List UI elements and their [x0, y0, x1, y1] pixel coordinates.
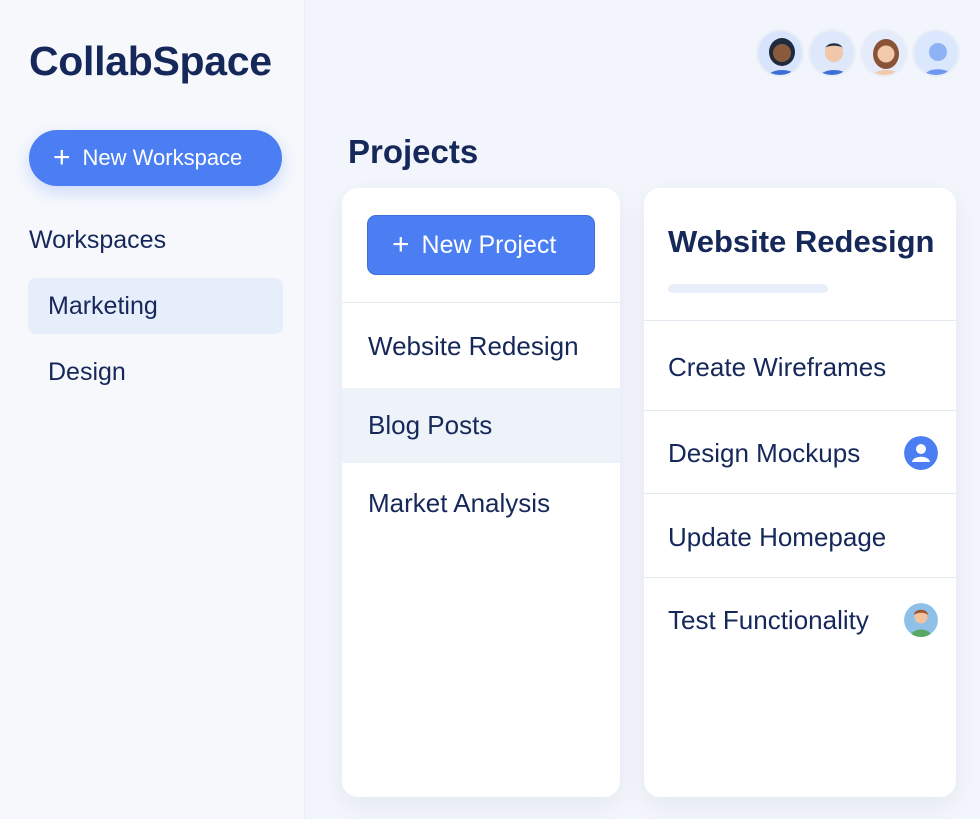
plus-icon: +	[53, 141, 71, 174]
app-logo: CollabSpace	[29, 38, 272, 84]
new-project-button[interactable]: + New Project	[367, 215, 595, 275]
user-avatar-4[interactable]	[912, 29, 960, 77]
tasks-panel: Website Redesign Create Wireframes Desig…	[644, 188, 956, 797]
collaborator-avatars	[756, 29, 964, 77]
project-item-label: Market Analysis	[368, 488, 551, 518]
task-update-homepage[interactable]: Update Homepage	[644, 495, 956, 579]
project-item-label: Blog Posts	[368, 410, 493, 440]
task-test-functionality[interactable]: Test Functionality	[644, 578, 956, 662]
project-item-blog-posts[interactable]: Blog Posts	[342, 388, 620, 463]
project-item-website-redesign[interactable]: Website Redesign	[342, 309, 620, 384]
sidebar-item-design[interactable]: Design	[28, 344, 283, 400]
progress-bar	[668, 284, 828, 293]
workspaces-heading: Workspaces	[29, 226, 167, 254]
task-label: Test Functionality	[668, 604, 869, 635]
task-label: Design Mockups	[668, 437, 861, 468]
user-avatar-1[interactable]	[756, 29, 804, 77]
page-title: Projects	[348, 133, 479, 170]
divider	[644, 320, 956, 321]
project-item-market-analysis[interactable]: Market Analysis	[342, 466, 620, 541]
task-label: Update Homepage	[668, 521, 887, 552]
new-workspace-button[interactable]: + New Workspace	[29, 130, 282, 186]
sidebar-item-label: Marketing	[48, 291, 158, 320]
task-design-mockups[interactable]: Design Mockups	[644, 411, 956, 495]
project-item-label: Website Redesign	[368, 331, 579, 361]
sidebar-item-marketing[interactable]: Marketing	[28, 278, 283, 334]
new-project-label: New Project	[421, 230, 557, 259]
divider	[644, 493, 956, 494]
user-avatar-2[interactable]	[808, 29, 856, 77]
sidebar: CollabSpace + New Workspace Workspaces M…	[0, 0, 305, 819]
task-label: Create Wireframes	[668, 351, 887, 382]
task-create-wireframes[interactable]: Create Wireframes	[644, 325, 956, 409]
projects-panel: + New Project Website Redesign Blog Post…	[342, 188, 620, 797]
default-user-icon[interactable]	[904, 436, 938, 470]
new-workspace-label: New Workspace	[82, 145, 243, 170]
sidebar-item-label: Design	[48, 357, 126, 386]
divider	[342, 302, 620, 303]
user-avatar[interactable]	[904, 603, 938, 637]
project-detail-title: Website Redesign	[668, 224, 935, 259]
user-avatar-3[interactable]	[860, 29, 908, 77]
plus-icon: +	[392, 228, 410, 261]
